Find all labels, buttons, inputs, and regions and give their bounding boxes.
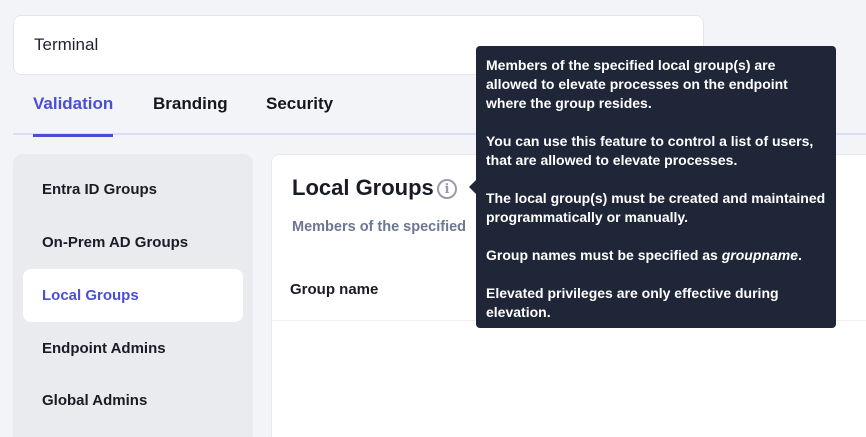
sidebar-item-entra-id-groups[interactable]: Entra ID Groups [23, 163, 243, 216]
tooltip-paragraph: Group names must be specified as groupna… [486, 246, 826, 265]
panel-title: Local Groups [292, 175, 434, 200]
tooltip-paragraph: Members of the specified local group(s) … [486, 57, 788, 111]
tooltip-emphasis: groupname [721, 247, 798, 263]
sidebar-item-label: Global Admins [42, 392, 148, 409]
tooltip-paragraph: The local group(s) must be created and m… [486, 190, 826, 225]
panel-description-start: Members of the specified [292, 219, 467, 235]
sidebar-item-on-prem-ad-groups[interactable]: On-Prem AD Groups [23, 216, 243, 269]
info-tooltip: Members of the specified local group(s) … [469, 46, 836, 328]
sidebar-item-endpoint-admins[interactable]: Endpoint Admins [23, 322, 243, 375]
name-field-value: Terminal [34, 35, 99, 54]
sidebar-item-local-groups[interactable]: Local Groups [23, 269, 243, 322]
tab-branding[interactable]: Branding [153, 90, 228, 135]
sidebar-item-label: On-Prem AD Groups [42, 234, 189, 251]
sidebar-item-label: Local Groups [42, 287, 139, 304]
tooltip-text: Group names must be specified as [486, 247, 722, 263]
sidebar-item-global-admins[interactable]: Global Admins [23, 374, 243, 427]
tooltip-text: . [797, 247, 802, 263]
sidebar: Entra ID Groups On-Prem AD Groups Local … [13, 154, 253, 437]
tooltip-paragraph: Elevated privileges are only effective d… [486, 285, 779, 320]
tab-validation[interactable]: Validation [33, 90, 114, 137]
sidebar-item-label: Entra ID Groups [42, 181, 158, 198]
tab-security[interactable]: Security [266, 90, 333, 135]
sidebar-item-label: Endpoint Admins [42, 340, 166, 357]
info-icon[interactable]: i [437, 179, 457, 199]
column-header-label: Group name [290, 281, 379, 298]
tooltip-paragraph: You can use this feature to control a li… [486, 133, 814, 168]
